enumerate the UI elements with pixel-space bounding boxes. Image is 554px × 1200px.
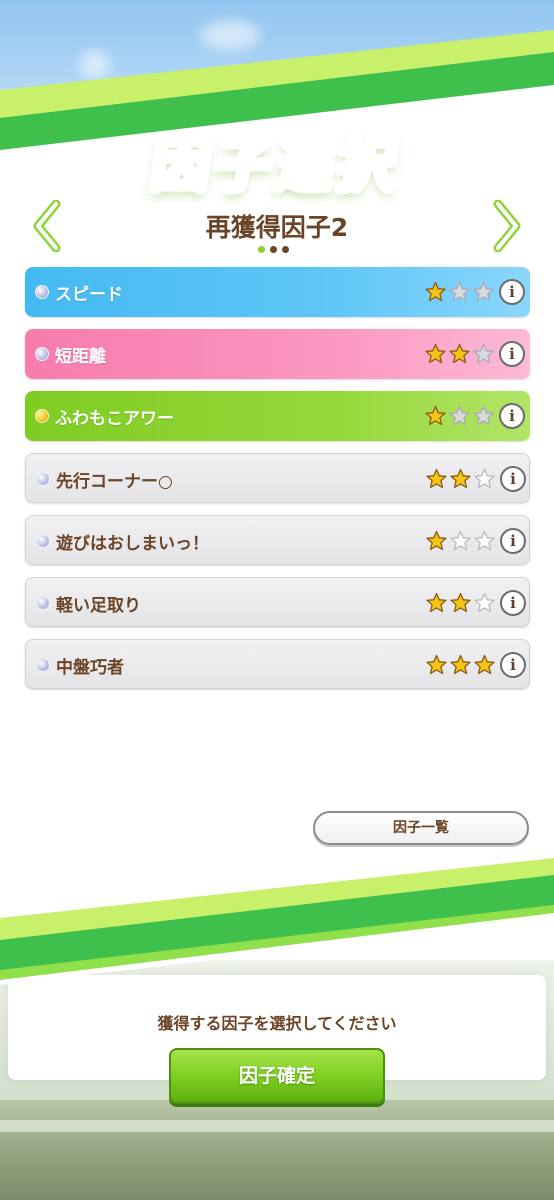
factor-list: スピード i 短距離 i ふわもこアワー i 先行コーナー○ i 遊びはおしまい… [25, 267, 530, 701]
bottom-stripes-decoration [0, 850, 554, 985]
star-empty-icon [474, 592, 495, 613]
star-empty-icon [473, 343, 494, 364]
star-filled-icon [426, 654, 447, 675]
factor-row[interactable]: 遊びはおしまいっ！ i [25, 515, 530, 565]
info-button[interactable]: i [500, 528, 526, 554]
page-dot [282, 246, 289, 253]
factor-stars [425, 592, 496, 614]
factor-gem-icon [36, 534, 50, 548]
factor-stars [425, 654, 496, 676]
factor-row[interactable]: スピード i [25, 267, 530, 317]
factor-stars [424, 343, 495, 365]
factor-row[interactable]: 軽い足取り i [25, 577, 530, 627]
factor-row[interactable]: 中盤巧者 i [25, 639, 530, 689]
star-filled-icon [425, 281, 446, 302]
star-filled-icon [450, 592, 471, 613]
factor-name: 短距離 [55, 347, 106, 367]
info-button[interactable]: i [499, 403, 525, 429]
factor-list-button[interactable]: 因子一覧 [313, 811, 529, 845]
factor-gem-icon [35, 347, 49, 361]
star-filled-icon [425, 343, 446, 364]
factor-group-title: 再獲得因子2 [205, 213, 349, 242]
factor-name: スピード [55, 285, 123, 305]
factor-gem-icon [36, 658, 50, 672]
factor-gem-icon [36, 596, 50, 610]
star-filled-icon [474, 654, 495, 675]
factor-row[interactable]: 先行コーナー○ i [25, 453, 530, 503]
star-filled-icon [426, 592, 447, 613]
star-filled-icon [450, 468, 471, 489]
info-button[interactable]: i [500, 590, 526, 616]
racetrack-ground [0, 1100, 554, 1200]
instruction-text: 獲得する因子を選択してください [157, 1014, 397, 1033]
screen-title: 因子選択 [147, 131, 406, 199]
star-empty-icon [474, 468, 495, 489]
star-filled-icon [449, 343, 470, 364]
page-dot-active [258, 246, 265, 253]
star-filled-icon [426, 530, 447, 551]
star-empty-icon [449, 405, 470, 426]
confirm-factor-button[interactable]: 因子確定 [169, 1048, 385, 1104]
star-empty-icon [449, 281, 470, 302]
info-button[interactable]: i [500, 652, 526, 678]
factor-stars [425, 530, 496, 552]
page-indicator [258, 246, 289, 253]
factor-name: 中盤巧者 [56, 658, 124, 678]
info-button[interactable]: i [499, 341, 525, 367]
star-empty-icon [473, 281, 494, 302]
factor-row[interactable]: 短距離 i [25, 329, 530, 379]
factor-stars [424, 281, 495, 303]
factor-name: 遊びはおしまいっ！ [56, 534, 209, 554]
star-filled-icon [426, 468, 447, 489]
star-empty-icon [450, 530, 471, 551]
info-button[interactable]: i [500, 466, 526, 492]
factor-row[interactable]: ふわもこアワー i [25, 391, 530, 441]
star-empty-icon [473, 405, 494, 426]
page-dot [270, 246, 277, 253]
factor-name: 先行コーナー○ [56, 472, 173, 492]
star-filled-icon [450, 654, 471, 675]
star-filled-icon [425, 405, 446, 426]
factor-stars [425, 468, 496, 490]
factor-name: ふわもこアワー [55, 409, 174, 429]
factor-stars [424, 405, 495, 427]
info-button[interactable]: i [499, 279, 525, 305]
star-empty-icon [474, 530, 495, 551]
factor-gem-icon [35, 409, 49, 423]
factor-gem-icon [35, 285, 49, 299]
racetrack-fence [0, 1120, 554, 1132]
factor-name: 軽い足取り [56, 596, 141, 616]
factor-gem-icon [36, 472, 50, 486]
